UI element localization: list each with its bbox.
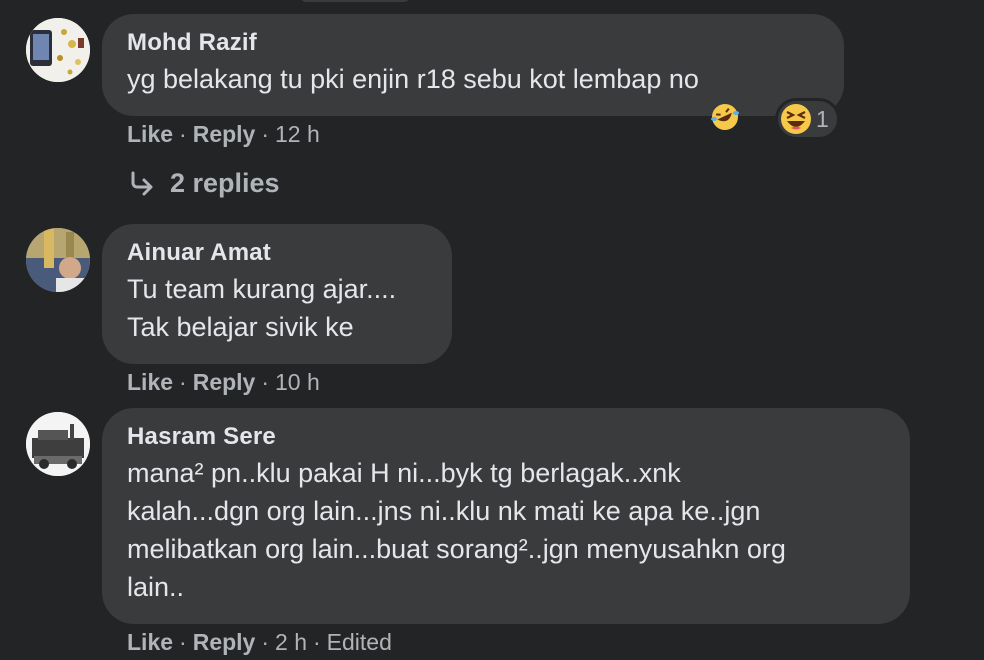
comment-bubble: Hasram Sere mana² pn..klu pakai H ni...b… (102, 408, 910, 624)
reply-button[interactable]: Reply (193, 369, 256, 395)
view-replies-link[interactable]: 2 replies (128, 168, 280, 199)
reaction-summary[interactable]: 1 (778, 101, 837, 137)
comment-timestamp[interactable]: 2 h (275, 629, 307, 655)
edited-label[interactable]: Edited (327, 629, 392, 655)
comment-author[interactable]: Hasram Sere (127, 422, 884, 452)
profile-photo (26, 18, 90, 82)
profile-photo (26, 228, 90, 292)
rofl-emoji-icon (709, 63, 741, 130)
like-button[interactable]: Like (127, 121, 173, 147)
comment-actions: Like · Reply · 2 h · Edited (127, 629, 392, 655)
avatar[interactable] (26, 228, 90, 292)
like-button[interactable]: Like (127, 629, 173, 655)
comment-actions: Like · Reply · 10 h (127, 369, 320, 395)
comment-author[interactable]: Ainuar Amat (127, 238, 426, 268)
comment-text: mana² pn..klu pakai H ni...byk tg berlag… (127, 458, 786, 602)
comment-timestamp[interactable]: 12 h (275, 121, 320, 147)
reply-button[interactable]: Reply (193, 121, 256, 147)
avatar[interactable] (26, 18, 90, 82)
comment-text: yg belakang tu pki enjin r18 sebu kot le… (127, 64, 699, 94)
previous-comment-edge (300, 0, 410, 2)
comment-timestamp[interactable]: 10 h (275, 369, 320, 395)
reaction-count: 1 (816, 105, 829, 132)
replies-count[interactable]: 2 replies (170, 168, 280, 199)
reply-arrow-icon (131, 171, 153, 195)
reply-button[interactable]: Reply (193, 629, 256, 655)
avatar[interactable] (26, 412, 90, 476)
comment-author[interactable]: Mohd Razif (127, 28, 818, 58)
haha-emoji-icon (780, 103, 812, 135)
comment-actions: Like · Reply · 12 h (127, 121, 320, 147)
comment-text: Tu team kurang ajar.... Tak belajar sivi… (127, 274, 397, 342)
profile-photo (26, 412, 90, 476)
comment-bubble: Ainuar Amat Tu team kurang ajar.... Tak … (102, 224, 452, 364)
like-button[interactable]: Like (127, 369, 173, 395)
comment-bubble: Mohd Razif yg belakang tu pki enjin r18 … (102, 14, 844, 130)
